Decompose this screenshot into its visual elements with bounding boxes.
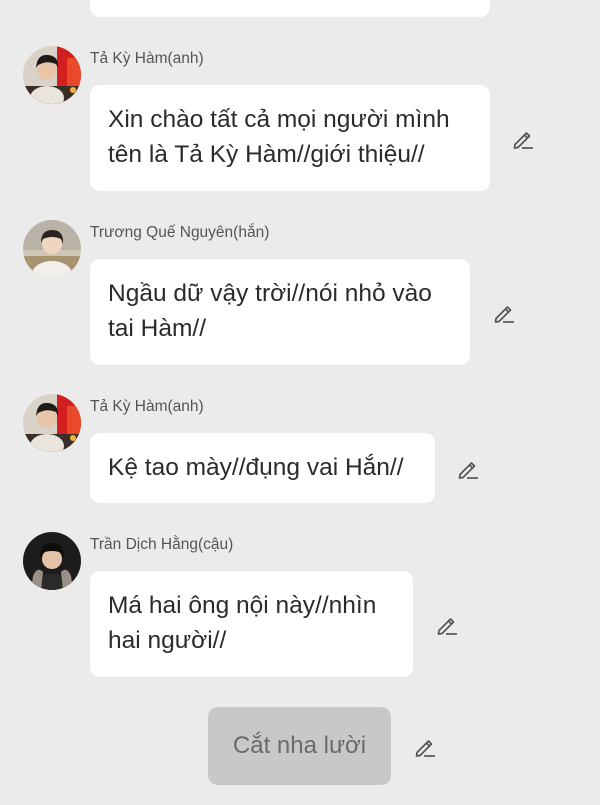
- message-bubble[interactable]: Má hai ông nội này//nhìn hai người//: [90, 571, 413, 677]
- avatar[interactable]: [23, 394, 81, 452]
- message-item: Tả Kỳ Hàm(anh) Kệ tao mày//đụng vai Hắn/…: [0, 394, 600, 504]
- pencil-edit-icon[interactable]: [511, 127, 535, 151]
- avatar[interactable]: [23, 46, 81, 104]
- message-bubble[interactable]: Ngầu dữ vậy trời//nói nhỏ vào tai Hàm//: [90, 259, 470, 365]
- pencil-edit-icon[interactable]: [456, 457, 480, 481]
- message-bubble[interactable]: Xin chào tất cả mọi người mình tên là Tả…: [90, 85, 490, 191]
- message-item: Trần Dịch Hằng(cậu) Má hai ông nội này//…: [0, 532, 600, 682]
- pencil-edit-icon[interactable]: [492, 301, 516, 325]
- message-item: Trương Quế Nguyên(hắn) Ngầu dữ vậy trời/…: [0, 220, 600, 370]
- pencil-edit-icon[interactable]: [435, 613, 459, 637]
- chat-container: Tả Kỳ Hàm(anh) Xin chào tất cả mọi người…: [0, 0, 600, 805]
- previous-message-bubble[interactable]: [90, 0, 490, 17]
- sender-name: Tả Kỳ Hàm(anh): [90, 398, 204, 415]
- self-message-bubble[interactable]: Cắt nha lười: [208, 707, 391, 785]
- message-item: Tả Kỳ Hàm(anh) Xin chào tất cả mọi người…: [0, 46, 600, 196]
- pencil-edit-icon[interactable]: [413, 735, 437, 759]
- sender-name: Trương Quế Nguyên(hắn): [90, 224, 270, 241]
- message-bubble[interactable]: Kệ tao mày//đụng vai Hắn//: [90, 433, 435, 503]
- avatar[interactable]: [23, 220, 81, 278]
- sender-name: Tả Kỳ Hàm(anh): [90, 50, 204, 67]
- sender-name: Trần Dịch Hằng(cậu): [90, 536, 234, 553]
- avatar[interactable]: [23, 532, 81, 590]
